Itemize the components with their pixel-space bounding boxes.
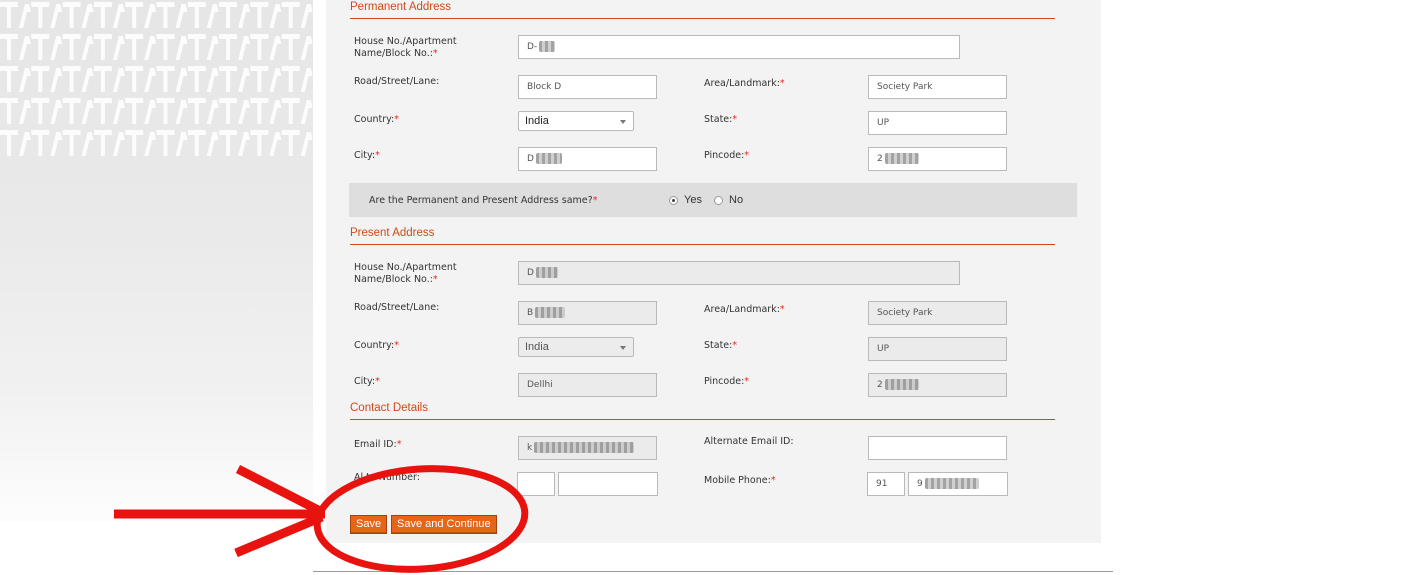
label-alt-email: Alternate Email ID: bbox=[704, 436, 794, 447]
section-title-contact: Contact Details bbox=[350, 402, 428, 414]
pincode-input-permanent[interactable]: 2 bbox=[868, 147, 1007, 171]
label-alt-number: Al te Number: bbox=[354, 472, 420, 483]
section-divider bbox=[350, 18, 1055, 19]
brand-side-panel bbox=[0, 0, 313, 522]
radio-no[interactable]: No bbox=[714, 194, 743, 206]
house-input-present: D bbox=[518, 261, 960, 285]
radio-yes-control[interactable] bbox=[669, 195, 678, 205]
label-pincode-permanent: Pincode:* bbox=[704, 150, 750, 161]
label-mobile: Mobile Phone:* bbox=[704, 475, 776, 486]
label-city-present: City:* bbox=[354, 376, 380, 387]
label-pincode-present: Pincode:* bbox=[704, 376, 750, 387]
label-road-permanent: Road/Street/Lane: bbox=[354, 76, 440, 87]
mobile-code-input[interactable]: 91 bbox=[867, 472, 905, 496]
address-form: Permanent Address House No./Apartment Na… bbox=[326, 0, 1101, 543]
state-input-permanent[interactable]: UP bbox=[868, 111, 1007, 135]
label-house-present: House No./Apartment Name/Block No.:* bbox=[354, 262, 457, 285]
label-state-present: State:* bbox=[704, 340, 738, 351]
house-input-permanent[interactable]: D- bbox=[518, 35, 960, 59]
state-input-present: UP bbox=[868, 337, 1007, 361]
same-address-question: Are the Permanent and Present Address sa… bbox=[349, 183, 1077, 217]
city-input-permanent[interactable]: D bbox=[518, 147, 657, 171]
road-input-permanent[interactable]: Block D bbox=[518, 75, 657, 99]
area-input-present: Society Park bbox=[868, 301, 1007, 325]
area-input-permanent[interactable]: Society Park bbox=[868, 75, 1007, 99]
road-input-present: B bbox=[518, 301, 657, 325]
alt-number-code-input[interactable] bbox=[517, 472, 555, 496]
footer-divider bbox=[313, 571, 1113, 572]
section-title-present: Present Address bbox=[350, 227, 435, 239]
same-address-label: Are the Permanent and Present Address sa… bbox=[369, 195, 598, 206]
email-input: k bbox=[518, 436, 657, 460]
mobile-input[interactable]: 9 bbox=[908, 472, 1008, 496]
label-country-present: Country:* bbox=[354, 340, 399, 351]
label-country-permanent: Country:* bbox=[354, 114, 399, 125]
radio-no-control[interactable] bbox=[714, 195, 723, 205]
country-select-present: India bbox=[518, 337, 634, 357]
section-divider bbox=[350, 244, 1055, 245]
alt-number-input[interactable] bbox=[558, 472, 658, 496]
brand-pattern bbox=[0, 0, 313, 170]
city-input-present: Dellhi bbox=[518, 373, 657, 397]
chevron-down-icon bbox=[620, 346, 626, 350]
label-area-permanent: Area/Landmark:* bbox=[704, 78, 785, 89]
save-and-continue-button[interactable]: Save and Continue bbox=[391, 515, 497, 534]
label-house-permanent: House No./Apartment Name/Block No.:* bbox=[354, 36, 457, 59]
chevron-down-icon bbox=[620, 120, 626, 124]
label-road-present: Road/Street/Lane: bbox=[354, 302, 440, 313]
alt-email-input[interactable] bbox=[868, 436, 1007, 460]
label-email: Email ID:* bbox=[354, 439, 402, 450]
pincode-input-present: 2 bbox=[868, 373, 1007, 397]
label-state-permanent: State:* bbox=[704, 114, 738, 125]
section-divider bbox=[350, 419, 1055, 420]
label-area-present: Area/Landmark:* bbox=[704, 304, 785, 315]
section-title-permanent: Permanent Address bbox=[350, 1, 452, 13]
save-button[interactable]: Save bbox=[350, 515, 388, 534]
country-select-permanent[interactable]: India bbox=[518, 111, 634, 131]
label-city-permanent: City:* bbox=[354, 150, 380, 161]
radio-yes[interactable]: Yes bbox=[669, 194, 702, 206]
